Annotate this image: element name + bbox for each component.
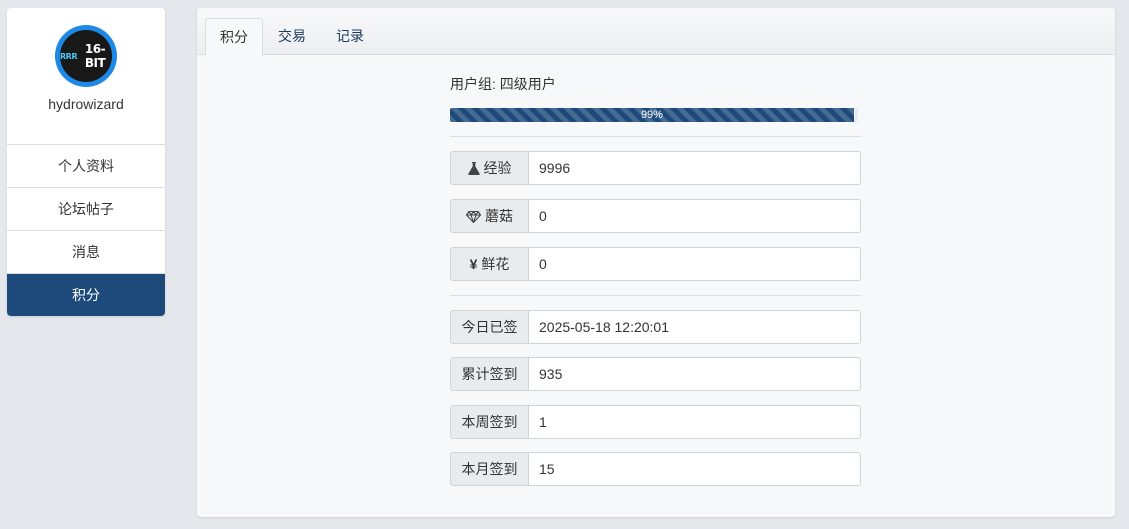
sidebar-item-messages[interactable]: 消息	[7, 231, 165, 274]
stat-value-mushroom: 0	[528, 199, 861, 233]
checkin-value-today: 2025-05-18 12:20:01	[528, 310, 861, 344]
checkin-value-week: 1	[528, 405, 861, 439]
level-progress-bar: 99%	[450, 108, 854, 122]
stat-value-experience: 9996	[528, 151, 861, 185]
avatar-prefix: RRR	[60, 51, 77, 61]
stat-row-experience: 经验 9996	[450, 151, 861, 185]
checkin-value-total: 935	[528, 357, 861, 391]
profile-card: RRR 16-BIT hydrowizard	[7, 25, 165, 145]
username[interactable]: hydrowizard	[7, 96, 165, 112]
checkin-label-week: 本周签到	[450, 405, 528, 439]
tab-bar: 积分 交易 记录	[197, 8, 1115, 56]
tab-records[interactable]: 记录	[322, 18, 378, 54]
checkin-value-month: 15	[528, 452, 861, 486]
yen-icon: ¥	[469, 256, 478, 272]
divider	[450, 136, 861, 137]
avatar-text: 16-BIT	[84, 42, 106, 70]
tab-trade[interactable]: 交易	[264, 18, 320, 54]
stat-row-mushroom: 蘑菇 0	[450, 199, 861, 233]
avatar-image: RRR 16-BIT	[60, 30, 112, 82]
sidebar-item-forum-posts[interactable]: 论坛帖子	[7, 188, 165, 231]
checkin-label-today: 今日已签	[450, 310, 528, 344]
avatar[interactable]: RRR 16-BIT	[55, 25, 117, 87]
stat-addon-flower: ¥ 鲜花	[450, 247, 528, 281]
checkin-row-total: 累计签到 935	[450, 357, 861, 391]
stat-label-experience: 经验	[483, 160, 512, 176]
sidebar-item-points[interactable]: 积分	[7, 274, 165, 316]
stat-label-flower: 鲜花	[481, 256, 510, 272]
stat-value-flower: 0	[528, 247, 861, 281]
stat-label-mushroom: 蘑菇	[485, 208, 513, 224]
flask-icon	[467, 152, 480, 184]
tab-points[interactable]: 积分	[205, 18, 263, 56]
user-group-label: 用户组: 四级用户	[450, 76, 556, 92]
checkin-row-month: 本月签到 15	[450, 452, 861, 486]
checkin-label-total: 累计签到	[450, 357, 528, 391]
diamond-icon	[465, 200, 482, 232]
level-progress: 99%	[450, 108, 858, 122]
sidebar-item-profile[interactable]: 个人资料	[7, 145, 165, 188]
main-panel: 积分 交易 记录 用户组: 四级用户 99% 经验 9996 蘑菇 0 ¥ 鲜花…	[197, 8, 1115, 517]
sidebar: RRR 16-BIT hydrowizard 个人资料 论坛帖子 消息 积分	[7, 8, 165, 316]
checkin-row-today: 今日已签 2025-05-18 12:20:01	[450, 310, 861, 344]
stat-addon-experience: 经验	[450, 151, 528, 185]
stat-row-flower: ¥ 鲜花 0	[450, 247, 861, 281]
checkin-label-month: 本月签到	[450, 452, 528, 486]
divider	[450, 295, 861, 296]
checkin-row-week: 本周签到 1	[450, 405, 861, 439]
stat-addon-mushroom: 蘑菇	[450, 199, 528, 233]
